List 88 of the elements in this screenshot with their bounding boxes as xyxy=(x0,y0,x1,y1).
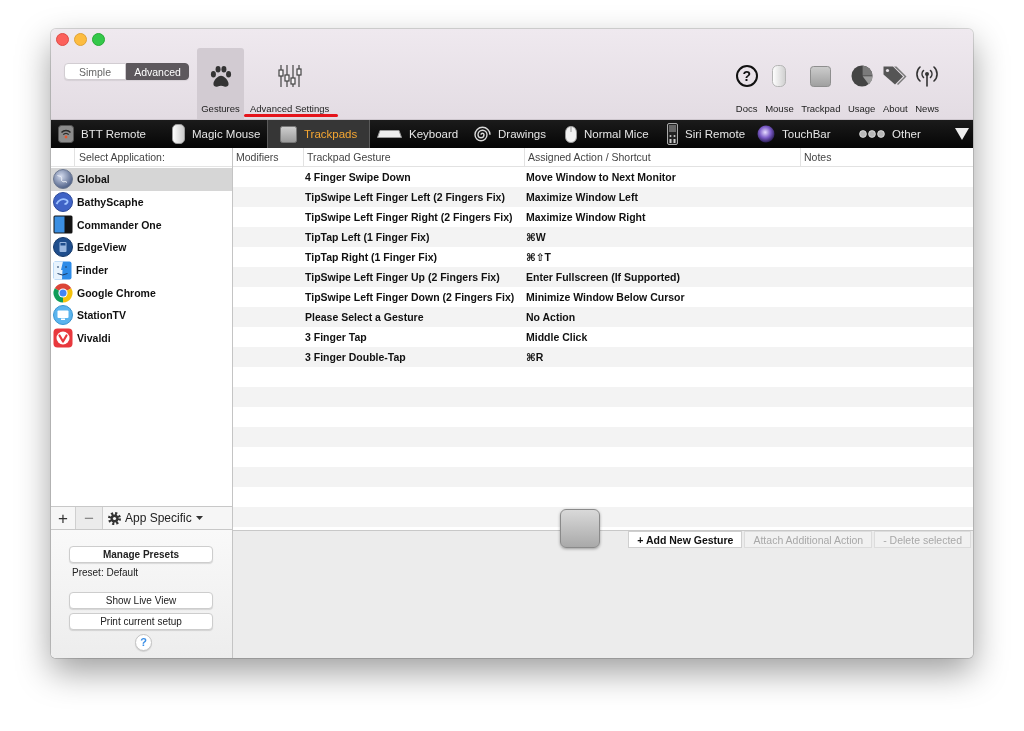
antenna-icon xyxy=(916,65,939,87)
device-tab[interactable]: Other xyxy=(852,120,950,148)
action-cell-text: Minimize Window Below Cursor xyxy=(525,291,686,303)
dots-icon xyxy=(859,130,885,138)
orb-icon xyxy=(757,125,775,143)
list-header: Select Application: xyxy=(78,151,165,163)
preset-label: Preset: Default xyxy=(72,567,139,578)
action-cell-text: ⌘W xyxy=(525,231,547,243)
sliders-icon xyxy=(277,64,302,88)
close-button[interactable] xyxy=(56,33,69,46)
app-list-item[interactable]: Finder xyxy=(51,258,232,282)
action-cell-text: ⌘R xyxy=(525,351,545,363)
device-tab[interactable]: TouchBar xyxy=(750,120,852,148)
triangle-icon xyxy=(954,128,969,140)
help-button[interactable]: ? xyxy=(135,634,152,651)
gesture-cell-text: TipTap Right (1 Finger Fix) xyxy=(304,251,439,263)
toolbar-button[interactable]: About xyxy=(882,48,908,119)
zoom-button[interactable] xyxy=(92,33,105,46)
gesture-cell-text: TipSwipe Left Finger Down (2 Fingers Fix) xyxy=(304,291,516,303)
trackpad-icon[interactable] xyxy=(560,509,600,548)
spiral-icon xyxy=(474,126,491,142)
paw-icon xyxy=(209,65,232,87)
app-list-item[interactable]: Commander One xyxy=(51,213,232,237)
gesture-cell-text: 4 Finger Swipe Down xyxy=(304,171,412,183)
panel-button[interactable]: Show Live View xyxy=(69,592,213,609)
toolbar-tab[interactable]: Gestures xyxy=(197,48,244,119)
app-list-item[interactable]: EdgeView xyxy=(51,236,232,259)
app-list-item[interactable]: BathyScaphe xyxy=(51,190,232,214)
device-tab[interactable]: Keyboard xyxy=(370,120,467,148)
column-header: Trackpad Gesture xyxy=(307,151,391,163)
trackpad-icon xyxy=(810,65,832,87)
app-list-item[interactable]: Vivaldi xyxy=(51,326,232,350)
mouse-icon xyxy=(565,125,577,143)
action-cell-text: No Action xyxy=(525,311,577,323)
device-tab[interactable]: Siri Remote xyxy=(660,120,750,148)
toolbar-button[interactable]: Mouse xyxy=(765,48,794,119)
action-cell-text: Maximize Window Right xyxy=(525,211,647,223)
action-cell-text: Middle Click xyxy=(525,331,589,343)
device-tab[interactable]: Trackpads xyxy=(267,120,370,148)
pie-chart-icon xyxy=(850,65,873,87)
gesture-cell-text: TipSwipe Left Finger Right (2 Fingers Fix) xyxy=(304,211,514,223)
device-tab[interactable]: Normal Mice xyxy=(558,120,660,148)
action-cell-text: Enter Fullscreen (If Supported) xyxy=(525,271,681,283)
toolbar-button[interactable]: Usage xyxy=(847,48,876,119)
panel-app-icon xyxy=(53,215,73,235)
action-cell-text: ⌘⇧T xyxy=(525,251,552,263)
gesture-cell-text: 3 Finger Tap xyxy=(304,331,368,343)
wifi-tile-icon xyxy=(58,125,74,143)
gesture-cell-text: TipSwipe Left Finger Up (2 Fingers Fix) xyxy=(304,271,501,283)
action-button[interactable]: + Add New Gesture xyxy=(628,531,743,548)
mouse-icon xyxy=(772,65,787,87)
device-tab[interactable]: Drawings xyxy=(467,120,558,148)
column-header: Modifiers xyxy=(236,151,279,163)
toolbar-button[interactable]: ? Docs xyxy=(735,48,758,119)
minimize-button[interactable] xyxy=(74,33,87,46)
calculator-icon xyxy=(53,237,73,258)
smiley-face-icon xyxy=(53,260,72,280)
globe-icon xyxy=(53,169,73,190)
action-cell-text: Move Window to Next Monitor xyxy=(525,171,677,183)
device-tab[interactable]: Magic Mouse xyxy=(165,120,267,148)
help-icon: ? xyxy=(735,65,758,87)
segment-button[interactable]: Simple xyxy=(64,63,126,80)
column-header: Assigned Action / Shortcut xyxy=(528,151,651,163)
remote-icon xyxy=(667,123,678,145)
scope-dropdown[interactable]: App Specific xyxy=(103,507,203,529)
swirl-icon xyxy=(53,192,73,213)
keyboard-icon xyxy=(377,130,402,138)
panel-button[interactable]: Print current setup xyxy=(69,613,213,630)
column-header: Notes xyxy=(804,151,832,163)
app-list-item[interactable]: StationTV xyxy=(51,304,232,327)
toolbar-button[interactable]: Trackpad xyxy=(801,48,841,119)
app-list-item[interactable]: Global xyxy=(51,168,232,191)
mouse-icon xyxy=(172,124,185,144)
segment-button[interactable]: Advanced xyxy=(126,63,189,80)
manage-presets-button[interactable]: Manage Presets xyxy=(69,546,213,563)
gesture-cell-text: Please Select a Gesture xyxy=(304,311,425,323)
gesture-cell-text: TipTap Left (1 Finger Fix) xyxy=(304,231,431,243)
gesture-cell-text: TipSwipe Left Finger Left (2 Fingers Fix) xyxy=(304,191,506,203)
gesture-cell-text: 3 Finger Double-Tap xyxy=(304,351,407,363)
trackpad-icon xyxy=(280,125,297,143)
action-cell-text: Maximize Window Left xyxy=(525,191,639,203)
device-tab[interactable]: BTT Remote xyxy=(51,120,165,148)
app-list-item[interactable]: Google Chrome xyxy=(51,281,232,305)
toolbar-tab[interactable]: Advanced Settings xyxy=(247,48,333,119)
tag-icon xyxy=(883,66,908,86)
toolbar-button[interactable]: News xyxy=(915,48,939,119)
gear-icon xyxy=(108,511,121,525)
caret-icon xyxy=(195,516,203,520)
